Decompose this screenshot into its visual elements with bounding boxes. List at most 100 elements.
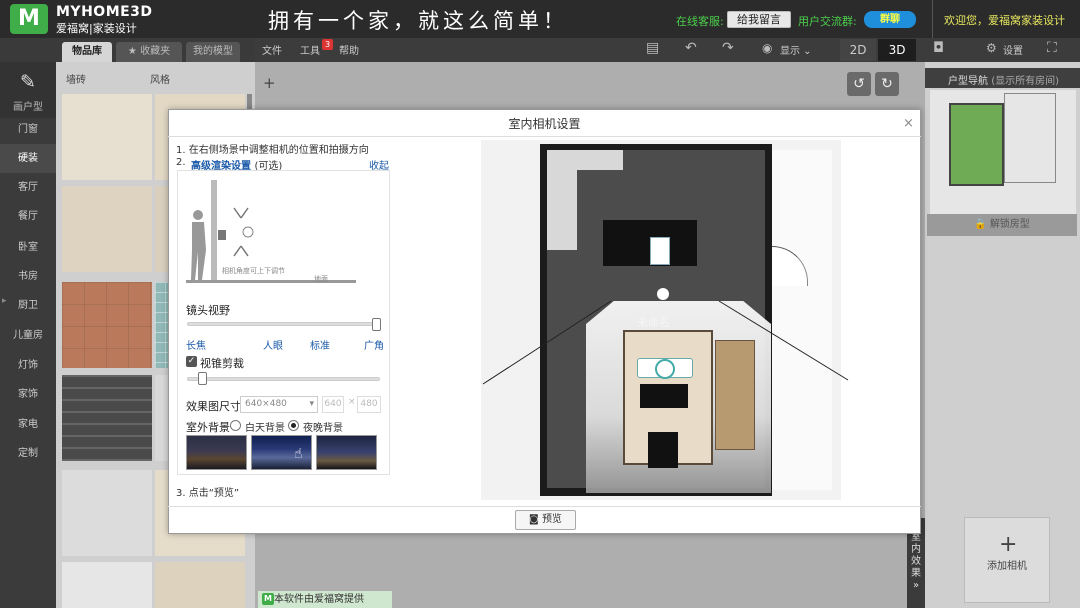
fov-slider-thumb[interactable] xyxy=(372,318,381,331)
sidebar-item-dining[interactable]: 餐厅 xyxy=(0,202,56,231)
dialog-footer-divider xyxy=(168,506,921,507)
illus-floor xyxy=(186,280,356,283)
illus-camera xyxy=(218,230,226,240)
minimap-active-room[interactable] xyxy=(949,103,1004,186)
dialog-divider xyxy=(168,136,921,137)
draw-room-icon: ✎ xyxy=(20,71,36,93)
size-times-sign: × xyxy=(348,397,356,407)
unlock-floorplan-button[interactable]: 🔒 解锁房型 xyxy=(927,214,1077,236)
step-1-text: 1. 在右侧场景中调整相机的位置和拍摄方向 xyxy=(176,145,369,156)
slogan: 拥有一个家，就这么简单！ xyxy=(268,9,568,33)
welcome-text: 欢迎您，爱福窝家装设计 xyxy=(944,14,1065,27)
fov-label-wide[interactable]: 广角 xyxy=(364,337,384,352)
illus-floor-label: 地面 xyxy=(314,275,328,283)
camera-snapshot-icon[interactable]: ◘ xyxy=(933,40,944,56)
watermark-logo-icon: M xyxy=(262,593,274,605)
tile-thumbnail[interactable] xyxy=(62,562,152,608)
clip-checkbox[interactable]: ✓ xyxy=(186,356,197,367)
night-bg-label[interactable]: 夜晚背景 xyxy=(303,419,343,434)
floorplan-nav-subtitle[interactable]: (显示所有房间) xyxy=(991,76,1059,87)
bg-thumbnail-city-3[interactable] xyxy=(316,435,377,470)
day-bg-radio[interactable] xyxy=(230,420,241,431)
close-icon[interactable]: × xyxy=(903,116,914,131)
filter-style-dropdown[interactable]: 风格 xyxy=(150,71,170,86)
group-chat-button[interactable]: 群聊 xyxy=(864,11,916,28)
floorplan-nav-title: 户型导航 (显示所有房间) xyxy=(948,72,1059,87)
tab-item-library[interactable]: 物品库 xyxy=(62,42,112,62)
sidebar-item-custom[interactable]: 定制 xyxy=(0,439,56,468)
preview-button[interactable]: ◙ 预览 xyxy=(515,510,576,530)
toolbar xyxy=(255,38,1080,62)
menu-file[interactable]: 文件 xyxy=(262,42,282,57)
bg-thumbnail-city-2[interactable] xyxy=(251,435,312,470)
sidebar-item-decor[interactable]: 家饰 xyxy=(0,380,56,409)
camera-icon: ◙ xyxy=(529,514,539,525)
service-label: 在线客服: xyxy=(676,15,724,28)
pointer-cursor-icon: ☝ xyxy=(294,446,303,462)
3d-view-button[interactable]: 3D xyxy=(878,39,916,61)
plan-camera-marker-upper[interactable] xyxy=(650,237,670,265)
view-display-dropdown[interactable]: 显示 ⌄ xyxy=(780,42,812,57)
header-divider xyxy=(932,0,933,38)
collapse-arrow-icon[interactable]: ▸ xyxy=(2,296,7,306)
sidebar-item-doors[interactable]: 门窗 xyxy=(0,115,56,144)
leave-message-button[interactable]: 给我留言 xyxy=(727,11,791,28)
step-2-number: 2. xyxy=(176,157,186,168)
plus-icon: + xyxy=(999,532,1018,557)
plan-tv-stand xyxy=(648,432,678,468)
tile-thumbnail[interactable] xyxy=(155,562,245,608)
sidebar-item-hardscape[interactable]: 硬装 xyxy=(0,144,56,173)
tile-thumbnail[interactable] xyxy=(62,282,152,368)
plus-icon[interactable]: + xyxy=(263,74,276,92)
sidebar-item-appliances[interactable]: 家电 xyxy=(0,410,56,439)
fov-label-telephoto[interactable]: 长焦 xyxy=(186,337,206,352)
sidebar-item-living[interactable]: 客厅 xyxy=(0,173,56,202)
camera-lens-icon[interactable] xyxy=(655,359,675,379)
fov-left-line xyxy=(482,300,612,385)
menu-help[interactable]: 帮助 xyxy=(339,42,359,57)
sidebar-item-kids[interactable]: 儿童房 xyxy=(0,321,56,350)
tile-thumbnail[interactable] xyxy=(62,186,152,272)
fov-right-line xyxy=(718,300,849,381)
preview-button-label: 预览 xyxy=(541,514,562,525)
illus-arrow-down xyxy=(233,245,249,257)
undo-icon[interactable]: ↶ xyxy=(685,40,697,56)
sidebar-item-kitchen-bath[interactable]: 厨卫 xyxy=(0,291,56,320)
sidebar-item-study[interactable]: 书房 xyxy=(0,262,56,291)
add-camera-label: 添加相机 xyxy=(987,561,1027,572)
sidebar-item-lighting[interactable]: 灯饰 xyxy=(0,351,56,380)
render-height-input[interactable]: 480 xyxy=(357,396,381,413)
fov-slider-track[interactable] xyxy=(187,322,380,326)
rotate-left-icon[interactable]: ↺ xyxy=(847,72,871,96)
gear-icon[interactable]: ⚙ xyxy=(986,41,997,55)
render-width-input[interactable]: 640 xyxy=(322,396,344,413)
dialog-title: 室内相机设置 xyxy=(508,117,581,131)
draw-room-label: 画户型 xyxy=(13,102,43,113)
rotate-right-icon[interactable]: ↻ xyxy=(875,72,899,96)
bg-thumbnail-city-1[interactable] xyxy=(186,435,247,470)
plan-camera-pivot[interactable] xyxy=(657,288,669,300)
filter-tile-dropdown[interactable]: 墙砖 xyxy=(66,71,86,86)
eye-icon[interactable]: ◉ xyxy=(762,41,772,55)
tab-favorites[interactable]: ★ 收藏夹 xyxy=(116,42,182,62)
tile-thumbnail[interactable] xyxy=(62,375,152,461)
render-size-select[interactable]: 640×480 ▾ xyxy=(240,396,318,413)
settings-button[interactable]: 设置 xyxy=(1003,42,1023,57)
day-bg-label[interactable]: 白天背景 xyxy=(245,419,285,434)
illus-note: 相机角度可上下调节 xyxy=(222,267,285,275)
render-size-value: 640×480 xyxy=(245,399,287,409)
save-icon[interactable]: ▤ xyxy=(646,40,659,56)
clip-slider-thumb[interactable] xyxy=(198,372,207,385)
fullscreen-icon[interactable]: ⛶ xyxy=(1047,40,1057,56)
tile-thumbnail[interactable] xyxy=(62,470,152,556)
redo-icon[interactable]: ↷ xyxy=(722,40,734,56)
sidebar-item-bedroom[interactable]: 卧室 xyxy=(0,233,56,262)
clip-slider-track[interactable] xyxy=(187,377,380,381)
2d-view-button[interactable]: 2D xyxy=(840,39,876,61)
illus-person-body xyxy=(191,222,206,280)
fov-label-standard[interactable]: 标准 xyxy=(310,337,330,352)
menu-tools[interactable]: 工具 xyxy=(300,42,320,57)
tile-thumbnail[interactable] xyxy=(62,94,152,180)
tab-my-models[interactable]: 我的模型 xyxy=(186,42,240,62)
fov-label-human-eye[interactable]: 人眼 xyxy=(263,337,283,352)
